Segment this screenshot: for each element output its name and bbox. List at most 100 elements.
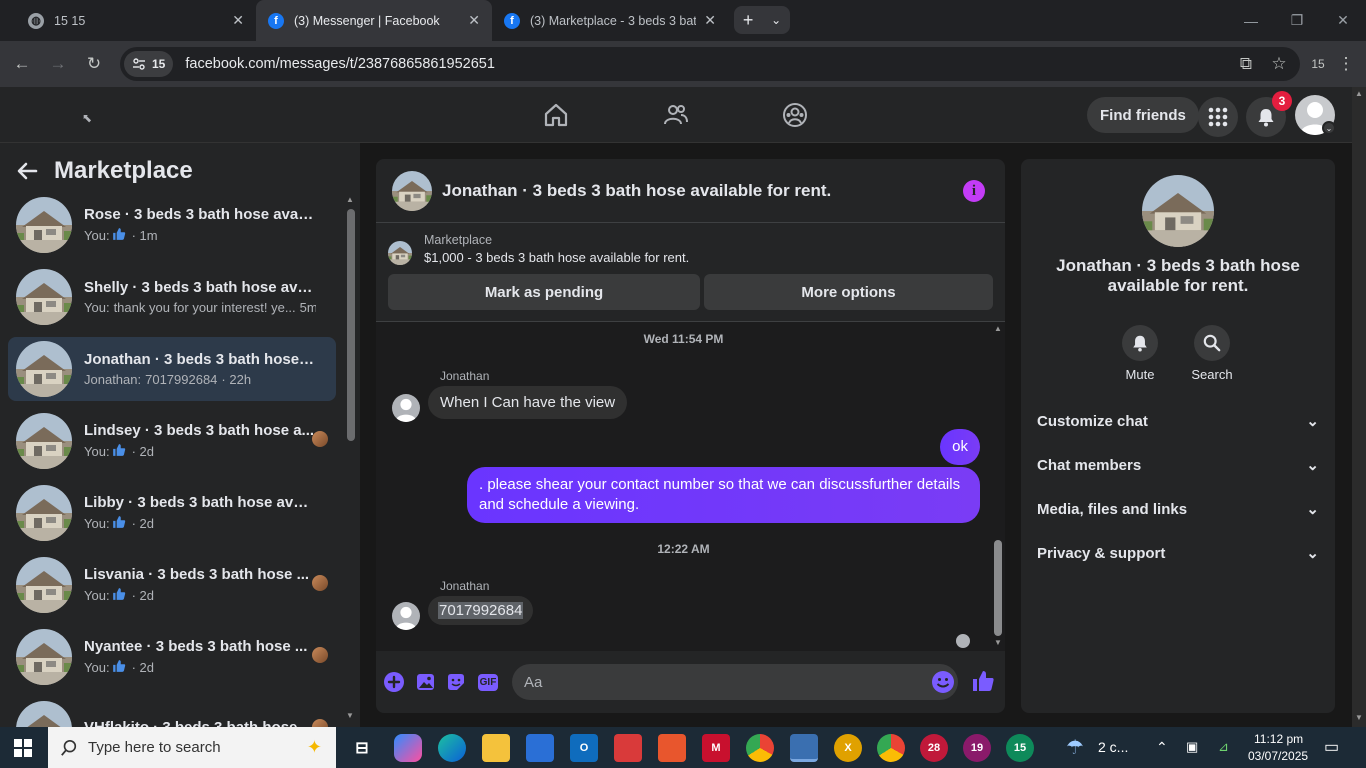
browser-tab-active[interactable]: f (3) Messenger | Facebook ✕ xyxy=(256,0,492,41)
sticker-icon[interactable] xyxy=(444,670,468,694)
conversation-item[interactable]: VHflakito · 3 beds 3 bath hose... xyxy=(8,697,336,727)
menu-grid-button[interactable] xyxy=(1198,97,1238,137)
clock-date[interactable]: 03/07/2025 xyxy=(1248,749,1308,763)
notifications-button[interactable]: 3 xyxy=(1246,91,1292,137)
maximize-icon[interactable]: ❐ xyxy=(1274,0,1320,41)
page-scrollbar[interactable]: ▲ ▼ xyxy=(1352,87,1366,727)
emoji-icon[interactable] xyxy=(931,670,955,699)
task-view-icon[interactable]: ⊟ xyxy=(348,734,376,762)
conversation-item[interactable]: Libby · 3 beds 3 bath hose availa... You:… xyxy=(8,481,336,545)
listing-thumbnail[interactable] xyxy=(392,170,432,211)
sender-avatar[interactable] xyxy=(392,602,420,630)
friends-icon[interactable] xyxy=(658,97,694,133)
find-friends-button[interactable]: Find friends xyxy=(1087,97,1199,133)
scroll-up-icon[interactable]: ▲ xyxy=(994,324,1002,333)
weather-icon[interactable]: ☂ xyxy=(1066,735,1084,760)
conversation-item[interactable]: Shelly · 3 beds 3 bath hose avail... You:… xyxy=(8,265,336,329)
mark-as-pending-button[interactable]: Mark as pending xyxy=(388,274,700,310)
outgoing-message[interactable]: . please shear your contact number so th… xyxy=(467,467,980,523)
app-orange-icon[interactable] xyxy=(658,734,686,762)
chat-members-section[interactable]: Chat members ⌄ xyxy=(1037,447,1319,483)
chrome-icon[interactable] xyxy=(746,734,774,762)
thread-scrollbar[interactable]: ▲ ▼ xyxy=(991,322,1005,652)
chrome-profile-icon[interactable]: 19 xyxy=(963,734,991,762)
conversation-item[interactable]: Nyantee · 3 beds 3 bath hose ... You: · 2d xyxy=(8,625,336,689)
home-icon[interactable] xyxy=(538,97,574,133)
weather-text[interactable]: 2 c... xyxy=(1098,739,1128,755)
install-app-icon[interactable]: ⧉ xyxy=(1234,52,1258,76)
clock-time[interactable]: 11:12 pm xyxy=(1254,732,1303,746)
menu-dots-icon[interactable]: ⋮ xyxy=(1334,52,1358,76)
photo-icon[interactable] xyxy=(413,670,437,694)
notification-center-icon[interactable]: ▭ xyxy=(1324,737,1339,757)
chevron-up-icon[interactable]: ⌃ xyxy=(1156,739,1168,756)
scroll-down-icon[interactable]: ▼ xyxy=(994,638,1002,647)
chrome-profile-icon[interactable] xyxy=(877,734,905,762)
chrome-profile-icon[interactable]: 28 xyxy=(920,734,948,762)
mcafee-icon[interactable]: M xyxy=(702,734,730,762)
reload-icon[interactable]: ↻ xyxy=(82,52,106,76)
scroll-down-icon[interactable]: ▼ xyxy=(1355,713,1363,722)
site-info-chip[interactable]: 15 xyxy=(124,51,174,77)
listing-banner[interactable]: Marketplace $1,000 - 3 beds 3 bath hose … xyxy=(388,233,689,265)
message-input[interactable] xyxy=(512,664,958,700)
taskbar-search-box[interactable]: Type here to search ✦ xyxy=(48,727,336,768)
minimize-icon[interactable]: — xyxy=(1228,0,1274,41)
account-chevron-icon[interactable]: ⌄ xyxy=(1322,121,1336,135)
close-tab-icon[interactable]: ✕ xyxy=(232,12,244,29)
like-thumb-icon[interactable] xyxy=(971,669,995,698)
plus-circle-icon[interactable] xyxy=(382,670,406,694)
edge-icon[interactable] xyxy=(438,734,466,762)
bookmark-star-icon[interactable]: ☆ xyxy=(1267,52,1291,76)
customize-chat-section[interactable]: Customize chat ⌄ xyxy=(1037,403,1319,439)
plus-icon[interactable]: + xyxy=(743,10,754,31)
media-files-links-section[interactable]: Media, files and links ⌄ xyxy=(1037,491,1319,527)
listing-large-thumbnail[interactable] xyxy=(1142,175,1214,247)
chevron-down-icon[interactable]: ⌄ xyxy=(771,13,781,27)
active-app-icon[interactable] xyxy=(790,734,818,762)
chat-title[interactable]: Jonathan · 3 beds 3 bath hose available … xyxy=(442,181,831,201)
back-icon[interactable]: ← xyxy=(10,52,34,76)
app-x-icon[interactable]: X xyxy=(834,734,862,762)
forward-icon[interactable]: → xyxy=(46,52,70,76)
selected-phone-number[interactable]: 7017992684 xyxy=(438,602,524,619)
close-window-icon[interactable]: ✕ xyxy=(1320,0,1366,41)
incoming-message[interactable]: When I Can have the view xyxy=(428,386,628,419)
sender-avatar[interactable] xyxy=(392,394,420,422)
scrollbar-thumb[interactable] xyxy=(994,540,1002,636)
back-arrow-icon[interactable] xyxy=(16,160,38,182)
chrome-profile-icon[interactable]: 15 xyxy=(1006,734,1034,762)
conversation-item[interactable]: Lindsey · 3 beds 3 bath hose a... You: · 2… xyxy=(8,409,336,473)
search-action[interactable]: Search xyxy=(1182,325,1242,382)
info-icon[interactable]: i xyxy=(963,180,985,202)
scroll-up-icon[interactable]: ▲ xyxy=(346,195,354,204)
outgoing-message[interactable]: ok xyxy=(940,429,980,465)
more-options-button[interactable]: More options xyxy=(704,274,993,310)
incoming-message[interactable]: 7017992684 xyxy=(428,596,534,625)
conversation-item[interactable]: Lisvania · 3 beds 3 bath hose ... You: · 2… xyxy=(8,553,336,617)
scroll-up-icon[interactable]: ▲ xyxy=(1355,89,1363,98)
browser-tab[interactable]: f (3) Marketplace - 3 beds 3 bath ✕ xyxy=(492,0,728,41)
inbox-scrollbar[interactable]: ▲ ▼ xyxy=(343,193,357,723)
windows-start-icon[interactable] xyxy=(14,739,32,762)
copilot-icon[interactable] xyxy=(394,734,422,762)
mute-action[interactable]: Mute xyxy=(1110,325,1170,382)
scroll-down-icon[interactable]: ▼ xyxy=(346,711,354,720)
close-tab-icon[interactable]: ✕ xyxy=(704,12,716,29)
conversation-item[interactable]: Rose · 3 beds 3 bath hose availa... You: ·… xyxy=(8,193,336,257)
scrollbar-thumb[interactable] xyxy=(347,209,355,441)
network-icon[interactable]: ⊿ xyxy=(1218,739,1229,755)
conversation-item[interactable]: Jonathan · 3 beds 3 bath hose a... Jonath… xyxy=(8,337,336,401)
gif-icon[interactable]: GIF xyxy=(475,670,501,694)
privacy-support-section[interactable]: Privacy & support ⌄ xyxy=(1037,535,1319,571)
store-icon[interactable] xyxy=(526,734,554,762)
address-bar[interactable]: 15 facebook.com/messages/t/2387686586195… xyxy=(120,47,1300,81)
profile-button[interactable]: 15 xyxy=(1306,52,1330,76)
outlook-icon[interactable]: O xyxy=(570,734,598,762)
close-tab-icon[interactable]: ✕ xyxy=(468,12,480,29)
browser-tab[interactable]: ◍ 15 15 ✕ xyxy=(16,0,256,41)
tray-app-icon[interactable]: ▣ xyxy=(1186,739,1198,755)
app-red-icon[interactable] xyxy=(614,734,642,762)
groups-icon[interactable] xyxy=(777,97,813,133)
file-explorer-icon[interactable] xyxy=(482,734,510,762)
